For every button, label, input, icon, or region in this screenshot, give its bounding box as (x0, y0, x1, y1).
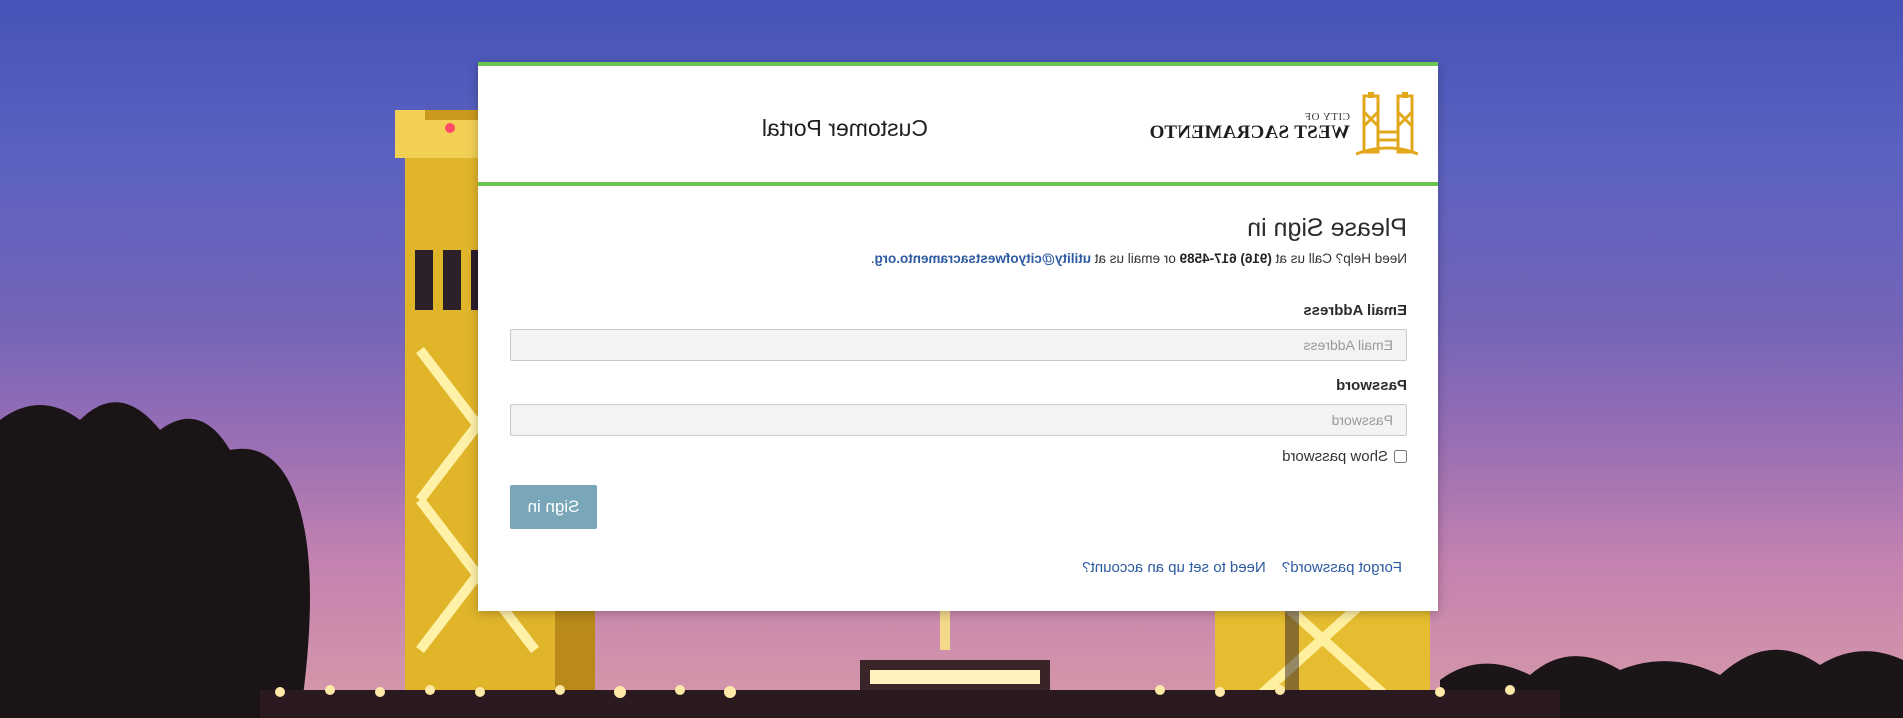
password-field-group: Password (509, 377, 1407, 436)
setup-account-link[interactable]: Need to set up an account? (1082, 559, 1265, 576)
tower-bridge-logo-icon (1356, 92, 1418, 156)
signin-card: CITY OF WEST SACRAMENTO Customer Portal … (478, 62, 1438, 611)
signin-button[interactable]: Sign in (510, 485, 597, 529)
show-password-toggle[interactable]: Show password (509, 448, 1407, 465)
page-title: Customer Portal (761, 115, 928, 141)
signin-form-section: Please Sign in Need Help? Call us at (91… (478, 186, 1438, 576)
show-password-checkbox[interactable] (1394, 450, 1407, 463)
email-input[interactable] (510, 329, 1407, 361)
help-middle: or email us at (1094, 251, 1176, 266)
bridge-lights (260, 685, 1560, 718)
logo-name-text: WEST SACRAMENTO (1149, 122, 1350, 144)
forgot-password-link[interactable]: Forgot password? (1282, 559, 1402, 576)
email-field-group: Email Address (509, 302, 1407, 361)
city-logo: CITY OF WEST SACRAMENTO (1149, 92, 1418, 162)
card-header: CITY OF WEST SACRAMENTO Customer Portal (478, 66, 1438, 186)
help-email-link[interactable]: utility@cityofwestsacramento.org (875, 251, 1091, 266)
show-password-label: Show password (1282, 448, 1388, 465)
help-prefix: Need Help? Call us at (1275, 251, 1407, 266)
signin-heading: Please Sign in (1247, 214, 1407, 242)
help-phone: (916) 617-4589 (1179, 251, 1272, 266)
help-text: Need Help? Call us at (916) 617-4589 or … (509, 251, 1407, 266)
password-label: Password (1336, 377, 1407, 394)
password-input[interactable] (510, 404, 1407, 436)
email-label: Email Address (1303, 302, 1407, 319)
help-suffix: . (870, 251, 875, 266)
account-links: Forgot password? Need to set up an accou… (509, 559, 1407, 576)
